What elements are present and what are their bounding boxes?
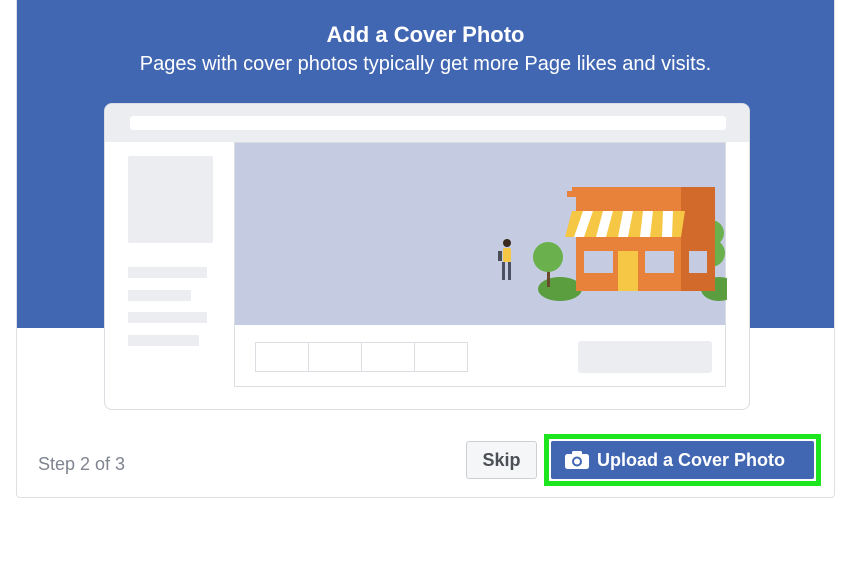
mockup-profile-picture — [128, 156, 213, 243]
cover-photo-dialog: Add a Cover Photo Pages with cover photo… — [16, 0, 835, 498]
mockup-tab-strip — [255, 342, 468, 372]
storefront-illustration — [498, 187, 727, 301]
camera-icon — [565, 451, 589, 469]
upload-button-highlight: Upload a Cover Photo — [544, 434, 821, 486]
upload-cover-photo-button[interactable]: Upload a Cover Photo — [551, 441, 814, 479]
dialog-title: Add a Cover Photo — [326, 22, 525, 47]
step-indicator: Step 2 of 3 — [38, 454, 126, 474]
skip-button[interactable]: Skip — [466, 441, 537, 479]
mockup-top-bar — [105, 104, 749, 142]
mockup-action-button — [578, 341, 712, 373]
mockup-sidebar-line — [128, 290, 191, 301]
dialog-subtitle: Pages with cover photos typically get mo… — [139, 53, 712, 75]
upload-button-label: Upload a Cover Photo — [597, 449, 786, 470]
mockup-sidebar-line — [128, 312, 207, 323]
page-preview-mockup — [104, 103, 750, 410]
mockup-sidebar-line — [128, 335, 199, 346]
mockup-tab — [362, 343, 415, 371]
mockup-tab — [309, 343, 362, 371]
mockup-content-area — [234, 142, 727, 387]
mockup-tab — [256, 343, 309, 371]
mockup-cover-area — [235, 143, 727, 325]
mockup-tab — [415, 343, 467, 371]
mockup-sidebar-line — [128, 267, 207, 278]
mockup-search-bar — [130, 116, 726, 130]
